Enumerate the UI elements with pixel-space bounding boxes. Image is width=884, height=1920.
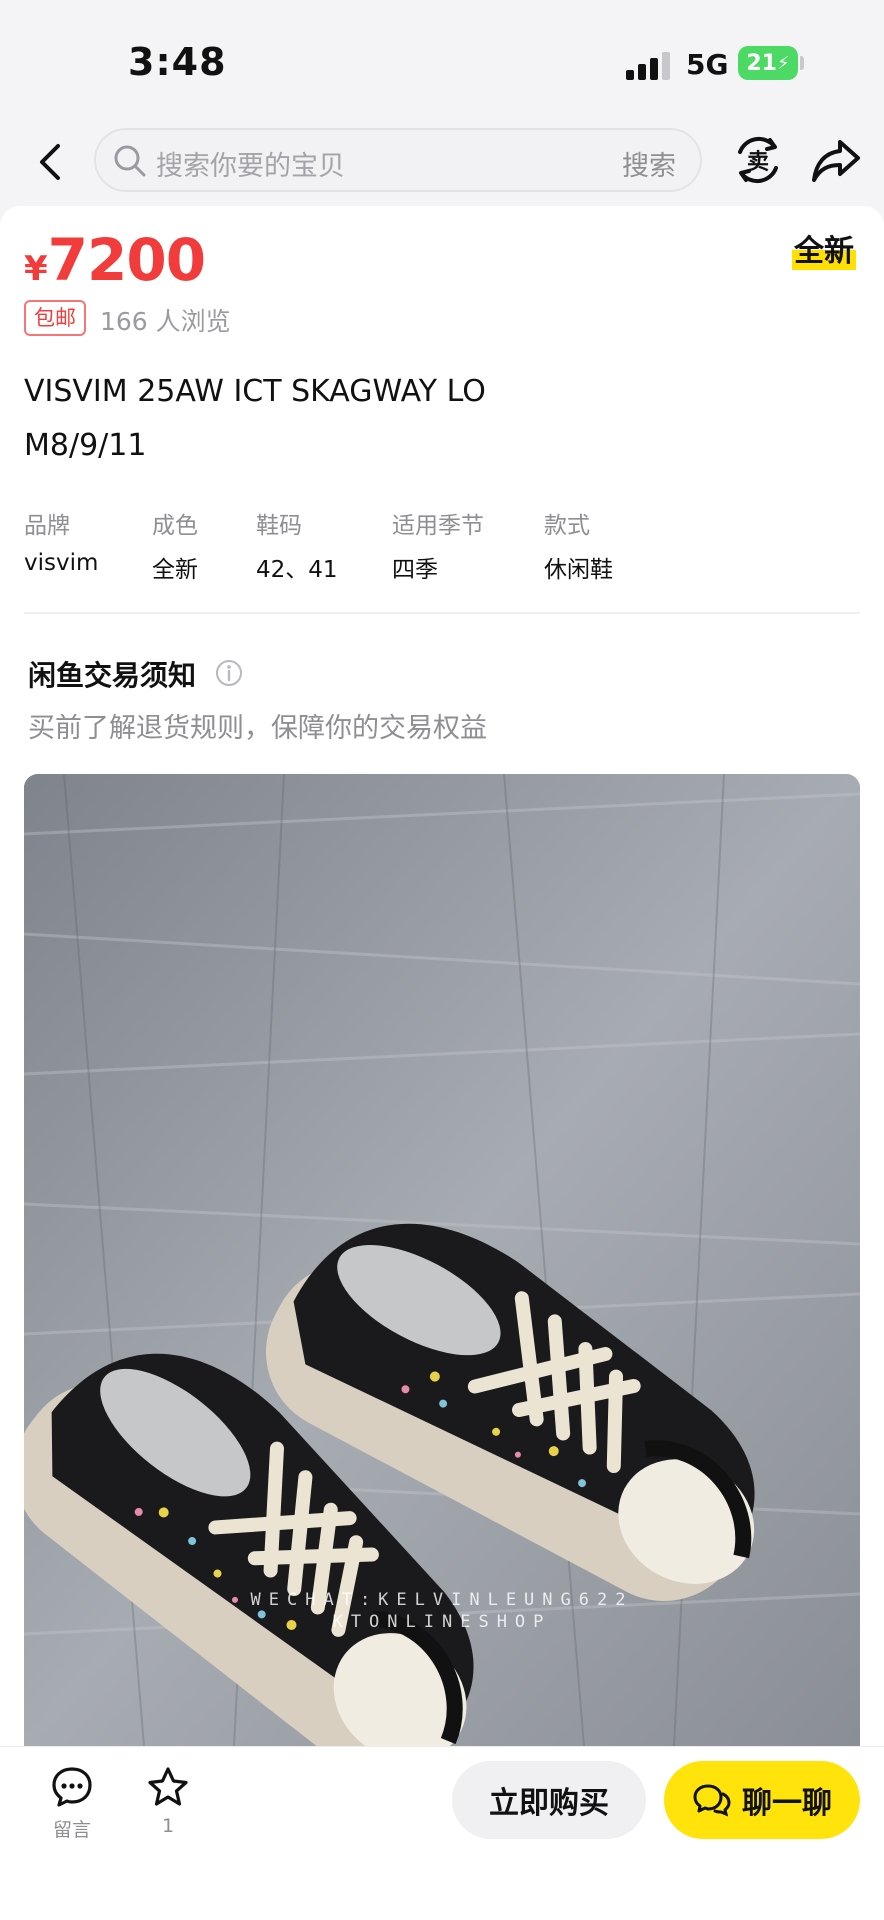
back-icon[interactable] [30, 140, 74, 184]
search-placeholder: 搜索你要的宝贝 [156, 151, 345, 182]
watermark-line2: KTONLINESHOP [332, 1612, 552, 1632]
navigation-bar: 搜索你要的宝贝 搜索 卖 [0, 120, 884, 204]
attribute-value: 42、41 [256, 557, 338, 583]
sell-icon[interactable]: 卖 [730, 132, 786, 188]
favorite-count: 1 [161, 1815, 175, 1837]
signal-icon [626, 52, 672, 80]
search-input[interactable]: 搜索你要的宝贝 搜索 [94, 128, 702, 192]
free-shipping-badge: 包邮 [24, 300, 86, 336]
attribute-condition: 成色 全新 [152, 506, 198, 583]
battery-level: 21 [746, 50, 777, 76]
comment-label: 留言 [52, 1819, 91, 1841]
comment-icon [52, 1767, 92, 1807]
watermark-line1: WECHAT:KELVINLEUNG622 [250, 1590, 634, 1610]
sell-icon-glyph: 卖 [747, 149, 769, 175]
product-card: ¥7200 全新 包邮 166 人浏览 VISVIM 25AW ICT SKAG… [0, 206, 884, 1746]
star-icon [148, 1767, 188, 1806]
attribute-brand: 品牌 visvim [24, 506, 98, 576]
comment-button[interactable]: 留言 [32, 1765, 112, 1842]
battery-icon: 21 ⚡ [738, 46, 798, 80]
trade-notice-subtitle: 买前了解退货规则，保障你的交易权益 [28, 713, 487, 744]
trade-notice-title[interactable]: 闲鱼交易须知 [28, 654, 196, 694]
attribute-value: visvim [24, 550, 99, 576]
product-price: ¥7200 [24, 226, 206, 294]
price-value: 7200 [47, 226, 206, 294]
product-page: 3:48 5G 21 ⚡ 搜索你要的宝贝 搜索 卖 ¥7200 全新 包邮 16… [0, 0, 884, 1920]
search-button[interactable]: 搜索 [622, 144, 676, 183]
chat-button[interactable]: 聊一聊 [664, 1761, 860, 1839]
status-time: 3:48 [128, 40, 227, 84]
attribute-season: 适用季节 四季 [392, 506, 484, 583]
attribute-key: 成色 [152, 513, 198, 539]
currency-symbol: ¥ [24, 249, 48, 289]
attribute-key: 款式 [544, 513, 590, 539]
condition-tag: 全新 [792, 226, 856, 270]
status-bar: 3:48 5G 21 ⚡ [0, 0, 884, 120]
attribute-value: 四季 [392, 557, 438, 583]
attribute-value: 全新 [152, 557, 198, 583]
attribute-value: 休闲鞋 [544, 557, 613, 583]
product-photo[interactable]: WECHAT:KELVINLEUNG622 KTONLINESHOP [24, 774, 860, 1746]
chat-icon [693, 1784, 731, 1817]
view-count: 166 人浏览 [100, 307, 231, 336]
info-icon[interactable] [214, 658, 244, 688]
share-icon[interactable] [810, 134, 862, 186]
battery-cap [800, 56, 804, 70]
product-sizes: M8/9/11 [24, 428, 147, 463]
divider [24, 612, 860, 614]
attribute-style: 款式 休闲鞋 [544, 506, 613, 583]
attribute-key: 适用季节 [392, 513, 484, 539]
attribute-key: 品牌 [24, 513, 70, 539]
product-title: VISVIM 25AW ICT SKAGWAY LO [24, 374, 486, 409]
network-type: 5G [686, 48, 729, 81]
attribute-size: 鞋码 42、41 [256, 506, 338, 583]
chat-label: 聊一聊 [742, 1786, 832, 1821]
buy-now-button[interactable]: 立即购买 [452, 1761, 646, 1839]
attribute-table: 品牌 visvim 成色 全新 鞋码 42、41 适用季节 四季 款式 休闲鞋 [24, 506, 864, 596]
attribute-key: 鞋码 [256, 513, 302, 539]
favorite-button[interactable]: 1 [128, 1765, 208, 1837]
search-icon [114, 145, 146, 177]
bottom-action-bar: 留言 1 立即购买 聊一聊 [0, 1746, 884, 1920]
